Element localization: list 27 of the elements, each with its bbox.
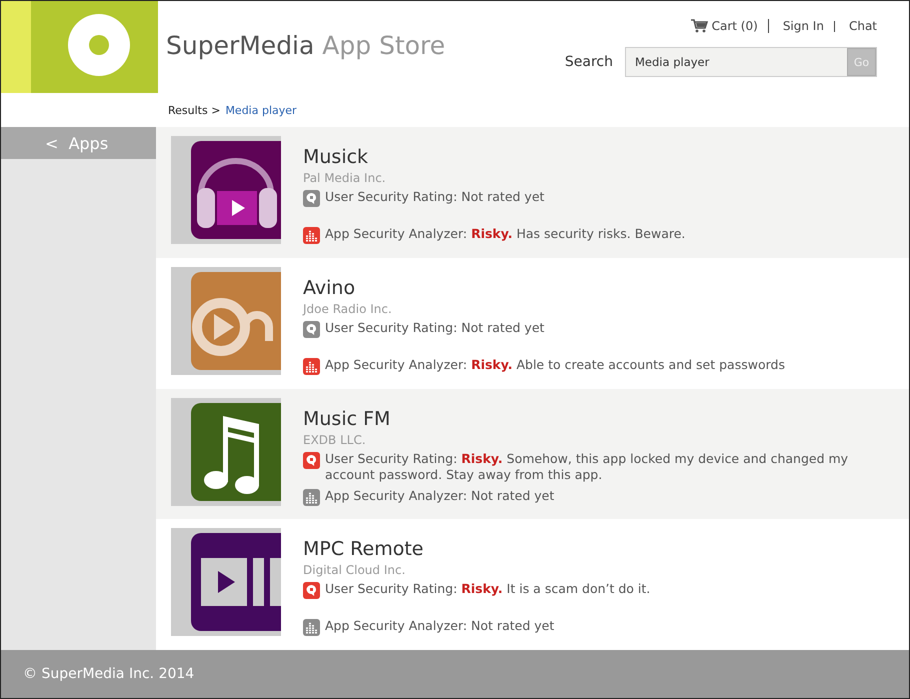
analyzer-text: App Security Analyzer: Risky. Has security risks. Beware. [325,226,686,243]
publisher-name: Jdoe Radio Inc. [303,302,393,316]
analyzer-text: App Security Analyzer: Risky. Able to create accounts and set passwords [325,356,785,374]
analyzer-text: App Security Analyzer: Not rated yet [325,618,554,636]
analyzer-text: App Security Analyzer: Not rated yet [325,488,554,506]
user-rating-text: User Security Rating: Not rated yet [325,189,544,206]
cart-link[interactable]: Cart (0) [690,19,769,33]
cart-icon [690,19,708,33]
header-link[interactable]: Chat [848,19,877,33]
breadcrumb-text: Results > [168,104,220,116]
publisher-name: Pal Media Inc. [303,171,387,185]
publisher-name: EXDB LLC. [303,432,367,446]
search-label: Search [564,54,613,70]
app-row[interactable]: Musick Pal Media Inc. User Security Rating: Not rated yet App Security Analyzer: Risky. Has security risks. Beware. [156,127,909,258]
user-rating-text: User Security Rating: Not rated yet [325,320,544,337]
user-rating-text: User Security Rating: Risky. It is a scam don’t do it. [325,581,650,598]
app-name: Music FM [303,408,392,430]
app-name: Avino [303,276,356,299]
user-rating-text: User Security Rating: Risky. Somehow, this app locked my device and changed my account password. Stay away from this app. [325,450,850,484]
copyright-text: © SuperMedia Inc. 2014 [23,666,194,682]
app-name: Musick [303,146,370,168]
app-name: MPC Remote [303,538,424,560]
store-title: SuperMedia App Store [165,30,446,62]
breadcrumb-link[interactable]: Media player [225,104,297,116]
header-link[interactable]: Sign In [782,20,835,32]
publisher-name: Digital Cloud Inc. [303,563,406,578]
app-row[interactable]: Music FM EXDB LLC. User Security Rating: Risky. Somehow, this app locked my device and changed my account password. Stay away from this app. App Security Analyzer: Not rated yet [156,388,909,520]
